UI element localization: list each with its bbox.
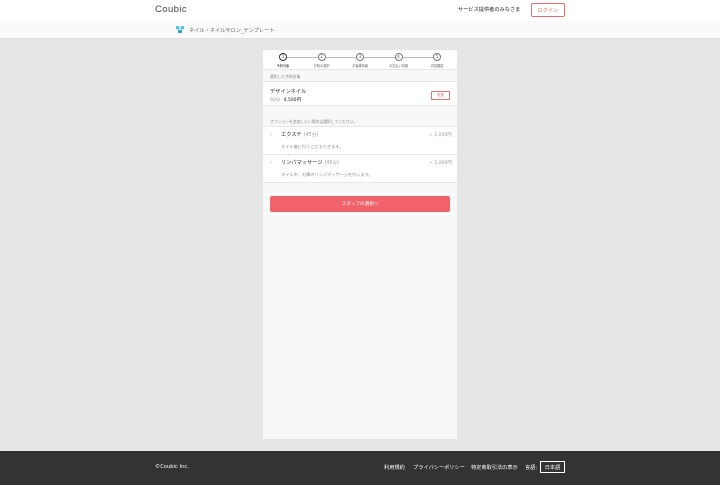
shop-bar: ネイル・ネイルサロン_テンプレート [0, 21, 720, 39]
step-label: 内容確認 [430, 64, 444, 68]
commerce-law-link[interactable]: 特定商取引法の表示 [471, 464, 518, 471]
menu-meta: 60分 4,500円 [270, 97, 301, 103]
option-price: + 2,000円 [428, 133, 452, 138]
step-5: 5 内容確認 [418, 53, 456, 68]
step-4: 4 お支払い情報 [380, 53, 418, 68]
selected-section-label: 選択した予約対象 [270, 74, 301, 79]
provider-link[interactable]: サービス提供者のみなさま [458, 6, 520, 13]
step-1: 1 予約対象 [264, 53, 302, 68]
option-name: エクステ [281, 132, 302, 138]
step-label: 日時の選択 [313, 64, 330, 68]
options-section-label: オプションを追加したい場合は選択してください。 [270, 119, 358, 124]
nail-shop-icon [176, 26, 184, 33]
progress-steps: 1 予約対象 2 日時の選択 3 お客様情報 4 お支払い情報 5 内容確認 [263, 50, 457, 70]
booking-card: 1 予約対象 2 日時の選択 3 お客様情報 4 お支払い情報 5 内容確認 選… [263, 50, 457, 439]
privacy-link[interactable]: プライバシーポリシー [413, 464, 465, 471]
menu-duration: 60分 [270, 98, 281, 103]
step-number: 2 [317, 53, 326, 61]
coubic-logo[interactable]: Coubic [155, 4, 187, 15]
option-duration: (45分) [324, 161, 340, 166]
select-staff-button[interactable]: スタッフの選択へ [270, 196, 450, 212]
language-label: 言語: [525, 465, 538, 471]
option-item[interactable]: ✓ エクステ (45分) + 2,000円 ネイル後に行うこともできます。 [263, 127, 457, 155]
option-item[interactable]: ✓ リンパマッサージ (45分) + 2,000円 ネイル中、お隣のリンパマッサー… [263, 155, 457, 183]
step-label: お客様情報 [352, 64, 368, 68]
check-icon[interactable]: ✓ [269, 160, 273, 166]
option-duration: (45分) [303, 133, 319, 138]
step-2: 2 日時の選択 [303, 53, 341, 68]
step-3: 3 お客様情報 [341, 53, 379, 68]
option-name: リンパマッサージ [281, 160, 323, 166]
step-number: 4 [394, 53, 403, 61]
step-number: 5 [433, 53, 441, 61]
selected-menu: デザインネイル 60分 4,500円 変更 [263, 81, 457, 106]
language-selector[interactable]: 日本語 [540, 461, 565, 473]
change-button[interactable]: 変更 [431, 91, 450, 100]
login-button[interactable]: ログイン [531, 3, 565, 17]
option-description: ネイル中、お隣のリンパマッサージを行います。 [281, 172, 373, 177]
step-label: 予約対象 [276, 64, 290, 68]
menu-price: 4,500円 [283, 98, 302, 103]
footer: ©Coubic Inc. 利用規約 プライバシーポリシー 特定商取引法の表示 言… [0, 451, 720, 485]
step-label: お支払い情報 [388, 64, 409, 68]
step-number: 3 [356, 53, 364, 61]
option-description: ネイル後に行うこともできます。 [281, 144, 344, 149]
option-title: エクステ (45分) [281, 131, 318, 138]
terms-link[interactable]: 利用規約 [384, 464, 405, 471]
option-price: + 2,000円 [428, 161, 452, 166]
top-header: Coubic サービス提供者のみなさま ログイン [0, 0, 720, 21]
menu-name: デザインネイル [270, 89, 307, 95]
shop-name[interactable]: ネイル・ネイルサロン_テンプレート [189, 27, 274, 34]
options-list: ✓ エクステ (45分) + 2,000円 ネイル後に行うこともできます。 ✓ リ… [263, 126, 457, 183]
step-number: 1 [279, 53, 287, 61]
option-title: リンパマッサージ (45分) [281, 159, 339, 166]
check-icon[interactable]: ✓ [269, 132, 273, 138]
copyright: ©Coubic Inc. [155, 464, 189, 470]
